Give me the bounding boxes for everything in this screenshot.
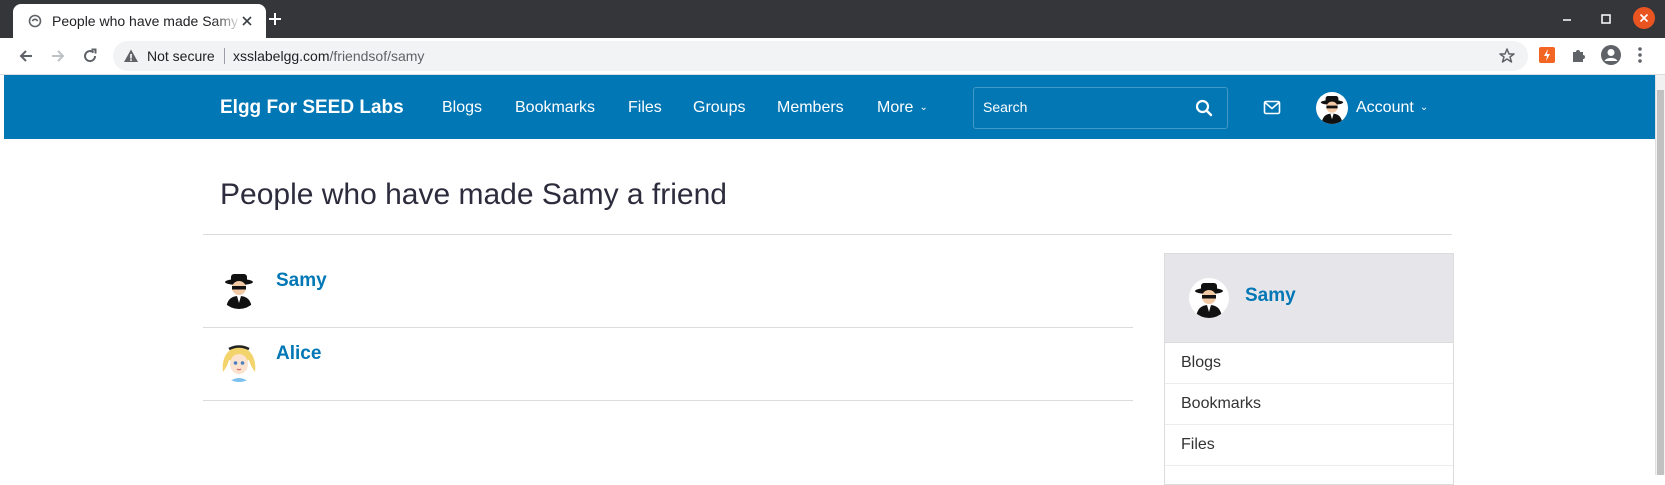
close-window-icon[interactable] bbox=[1633, 7, 1655, 29]
sidebar-item-label: Files bbox=[1181, 436, 1215, 453]
alice-avatar-icon[interactable] bbox=[219, 342, 259, 382]
list-item: Alice bbox=[203, 328, 1133, 401]
account-label: Account bbox=[1356, 99, 1414, 116]
site-topbar: Elgg For SEED Labs Blogs Bookmarks Files… bbox=[4, 75, 1655, 139]
nav-more-label: More bbox=[877, 99, 914, 116]
envelope-icon[interactable] bbox=[1263, 100, 1281, 115]
reload-icon[interactable] bbox=[81, 47, 99, 65]
elgg-favicon-icon bbox=[27, 13, 43, 29]
close-tab-icon[interactable] bbox=[240, 14, 254, 28]
spy-avatar-icon[interactable] bbox=[1189, 278, 1229, 318]
sidebar-item-bookmarks[interactable]: Bookmarks bbox=[1165, 384, 1453, 425]
maximize-icon[interactable] bbox=[1599, 12, 1613, 26]
site-brand[interactable]: Elgg For SEED Labs bbox=[220, 97, 404, 119]
title-divider bbox=[203, 234, 1452, 235]
nav-members[interactable]: Members bbox=[777, 99, 844, 117]
page-title: People who have made Samy a friend bbox=[220, 178, 727, 211]
not-secure-label[interactable]: Not secure bbox=[147, 48, 215, 64]
url-text[interactable]: xsslabelgg.com/friendsof/samy bbox=[233, 48, 424, 64]
new-tab-icon[interactable] bbox=[266, 10, 284, 28]
nav-files[interactable]: Files bbox=[628, 99, 662, 117]
spy-avatar-icon[interactable] bbox=[219, 269, 259, 309]
friend-name-link[interactable]: Alice bbox=[276, 343, 321, 365]
list-item: Samy bbox=[203, 255, 1133, 328]
url-path: /friendsof/samy bbox=[329, 48, 425, 64]
account-avatar[interactable] bbox=[1316, 92, 1348, 124]
owner-block: Samy bbox=[1165, 254, 1453, 343]
kebab-menu-icon[interactable] bbox=[1636, 46, 1644, 64]
chevron-down-icon: ⌄ bbox=[919, 102, 928, 113]
friend-name-link[interactable]: Samy bbox=[276, 270, 327, 292]
omnibox-divider bbox=[224, 48, 225, 64]
search-box[interactable] bbox=[973, 87, 1228, 129]
sidebar-item-label: Bookmarks bbox=[1181, 395, 1262, 412]
tab-title: People who have made Samy a friend bbox=[52, 13, 242, 29]
nav-bookmarks[interactable]: Bookmarks bbox=[515, 99, 595, 117]
account-menu[interactable]: Account ⌄ bbox=[1356, 99, 1428, 117]
search-icon[interactable] bbox=[1195, 99, 1213, 117]
browser-tab[interactable]: People who have made Samy a friend bbox=[13, 4, 266, 38]
url-host: xsslabelgg.com bbox=[233, 48, 330, 64]
minimize-icon[interactable] bbox=[1560, 12, 1574, 26]
friends-list: Samy Alice bbox=[203, 255, 1133, 401]
profile-icon[interactable] bbox=[1600, 44, 1622, 66]
sidebar-item-blogs[interactable]: Blogs bbox=[1165, 343, 1453, 384]
scrollbar-thumb[interactable] bbox=[1657, 90, 1664, 475]
owner-sidebar: Samy Blogs Bookmarks Files bbox=[1164, 253, 1454, 485]
back-icon[interactable] bbox=[17, 47, 35, 65]
bookmark-star-icon[interactable] bbox=[1498, 47, 1516, 65]
owner-name-link[interactable]: Samy bbox=[1245, 285, 1296, 307]
browser-tab-strip: People who have made Samy a friend bbox=[0, 0, 1665, 38]
sidebar-item-label: Blogs bbox=[1181, 354, 1222, 371]
extension-icon[interactable] bbox=[1538, 46, 1556, 64]
browser-toolbar: Not secure xsslabelgg.com/friendsof/samy bbox=[0, 38, 1665, 75]
address-bar[interactable]: Not secure xsslabelgg.com/friendsof/samy bbox=[113, 41, 1528, 71]
chevron-down-icon: ⌄ bbox=[1419, 102, 1429, 113]
forward-icon[interactable] bbox=[49, 47, 67, 65]
sidebar-item-files[interactable]: Files bbox=[1165, 425, 1453, 466]
nav-blogs[interactable]: Blogs bbox=[442, 99, 482, 117]
search-input[interactable] bbox=[983, 99, 1173, 115]
nav-groups[interactable]: Groups bbox=[693, 99, 745, 117]
warning-icon[interactable] bbox=[123, 48, 139, 64]
puzzle-icon[interactable] bbox=[1570, 46, 1588, 64]
nav-more[interactable]: More ⌄ bbox=[877, 99, 928, 117]
